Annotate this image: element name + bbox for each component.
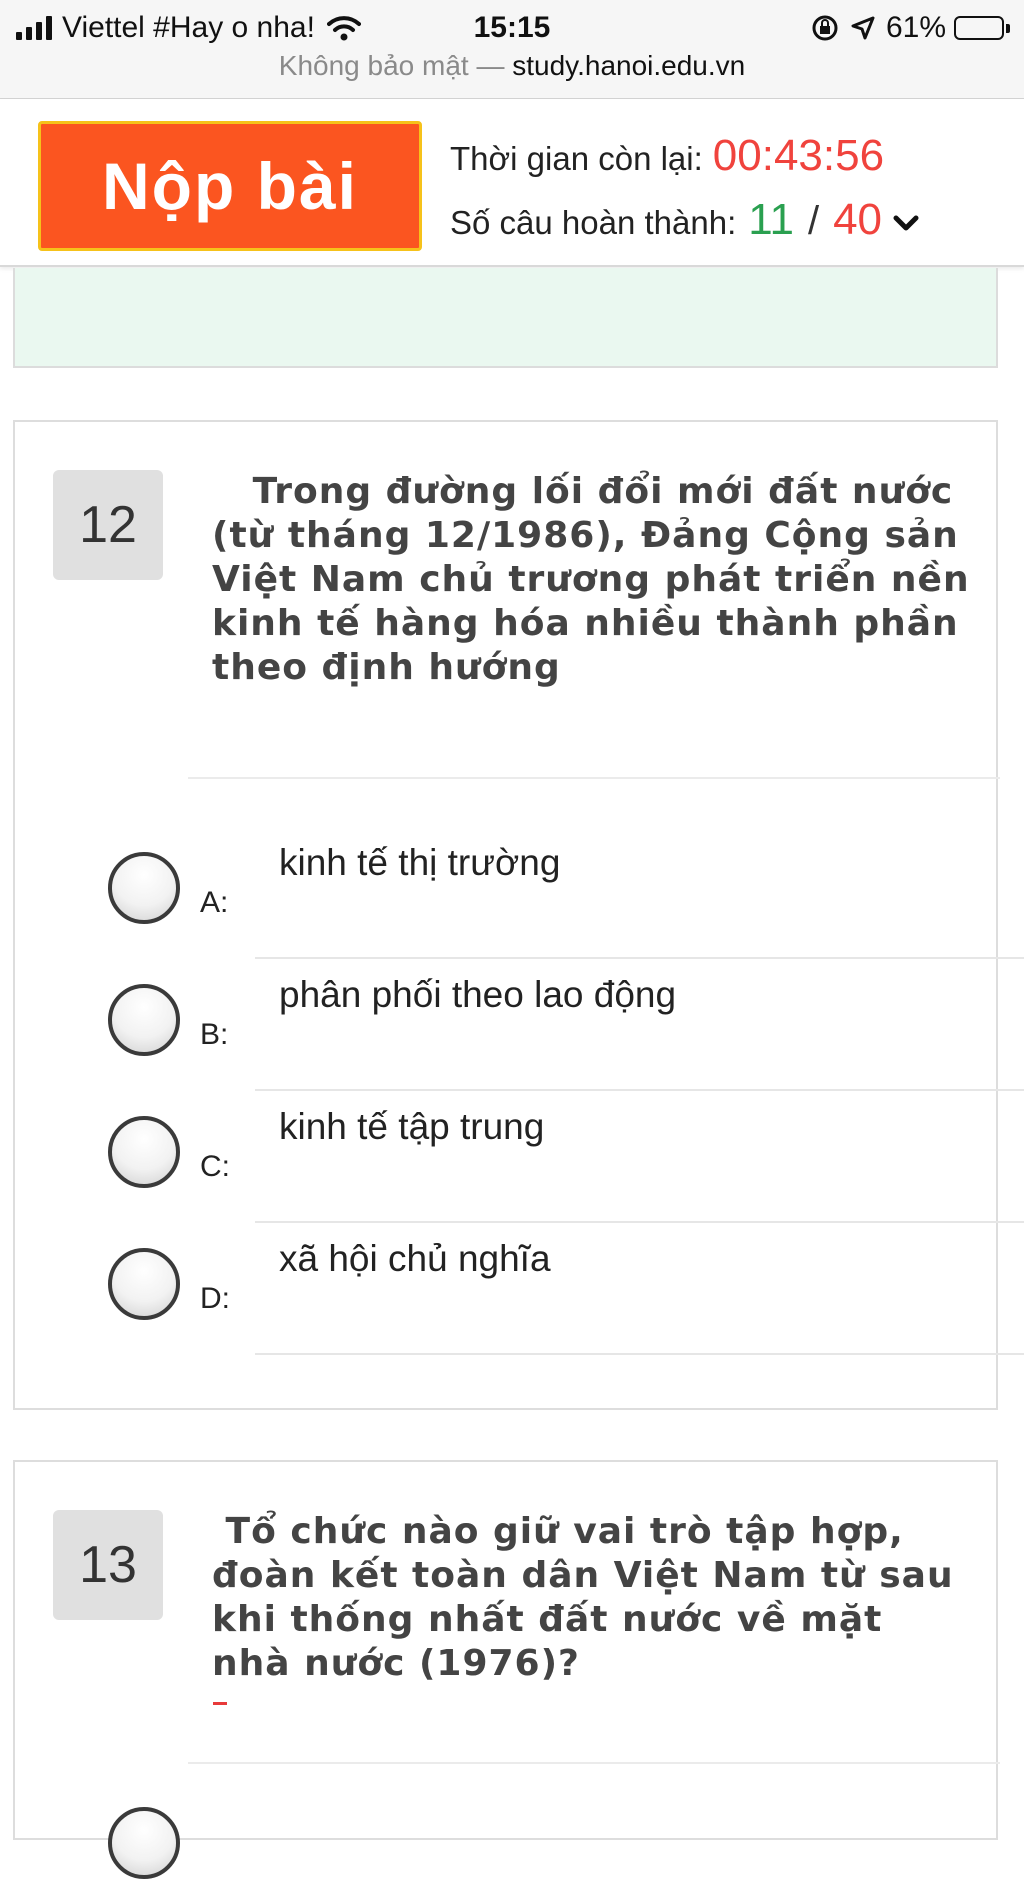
count-separator: / xyxy=(807,199,820,243)
time-remaining-value: 00:43:56 xyxy=(712,131,885,180)
option-text: xã hội chủ nghĩa xyxy=(279,1238,551,1279)
option-c[interactable]: C: kinh tế tập trung xyxy=(15,1090,1024,1223)
url-host: study.hanoi.edu.vn xyxy=(512,50,746,81)
battery-icon xyxy=(954,16,1010,40)
question-text: Trong đường lối đổi mới đất nước (từ thá… xyxy=(212,471,984,688)
completed-progress[interactable]: Số câu hoàn thành: 11 / 40 xyxy=(450,195,920,245)
time-remaining-label: Thời gian còn lại: xyxy=(450,140,703,177)
option-a[interactable]: A: kinh tế thị trường xyxy=(15,826,1024,959)
battery-percent: 61% xyxy=(885,11,946,44)
option-c-radio[interactable] xyxy=(108,1116,180,1188)
time-remaining: Thời gian còn lại: 00:43:56 xyxy=(450,131,884,181)
question-divider xyxy=(188,777,1000,779)
option-letter: D: xyxy=(200,1282,230,1315)
option-text: kinh tế tập trung xyxy=(279,1106,545,1147)
question-text: Tổ chức nào giữ vai trò tập hợp, đoàn kế… xyxy=(212,1511,968,1684)
submit-button[interactable]: Nộp bài xyxy=(38,121,422,251)
url-security-label: Không bảo mật — xyxy=(278,50,505,81)
total-count: 40 xyxy=(833,195,883,244)
option-a-radio[interactable] xyxy=(108,852,180,924)
previous-question-card xyxy=(13,268,998,368)
option-letter: A: xyxy=(200,886,229,919)
option-d-radio[interactable] xyxy=(108,1248,180,1320)
completed-label: Số câu hoàn thành: xyxy=(450,204,737,241)
question-card-12: 12 Trong đường lối đổi mới đất nước (từ … xyxy=(13,420,1024,1410)
option-text: phân phối theo lao động xyxy=(279,974,677,1015)
question-card-13: 13 Tổ chức nào giữ vai trò tập hợp, đoàn… xyxy=(13,1460,1000,1879)
option-a-radio[interactable] xyxy=(108,1807,180,1879)
exam-header: Nộp bài Thời gian còn lại: 00:43:56 Số c… xyxy=(0,99,1024,267)
completed-count: 11 xyxy=(748,195,794,244)
location-arrow-icon xyxy=(851,16,875,40)
question-number: 13 xyxy=(53,1510,163,1620)
status-right: 61% xyxy=(810,8,1010,48)
question-divider xyxy=(188,1762,1000,1764)
option-divider xyxy=(255,1353,1024,1355)
answer-marker xyxy=(213,1702,227,1705)
option-letter: B: xyxy=(200,1018,229,1051)
chevron-down-icon[interactable] xyxy=(892,214,920,234)
orientation-lock-icon xyxy=(812,15,838,41)
option-text: kinh tế thị trường xyxy=(279,842,561,883)
option-letter: C: xyxy=(200,1150,230,1183)
option-b-radio[interactable] xyxy=(108,984,180,1056)
status-bar: Viettel #Hay o nha! 15:15 61% Không bảo … xyxy=(0,0,1024,99)
address-bar[interactable]: Không bảo mật — study.hanoi.edu.vn xyxy=(0,50,1024,82)
option-d[interactable]: D: xã hội chủ nghĩa xyxy=(15,1222,1024,1355)
question-number: 12 xyxy=(53,470,163,580)
option-b[interactable]: B: phân phối theo lao động xyxy=(15,958,1024,1091)
